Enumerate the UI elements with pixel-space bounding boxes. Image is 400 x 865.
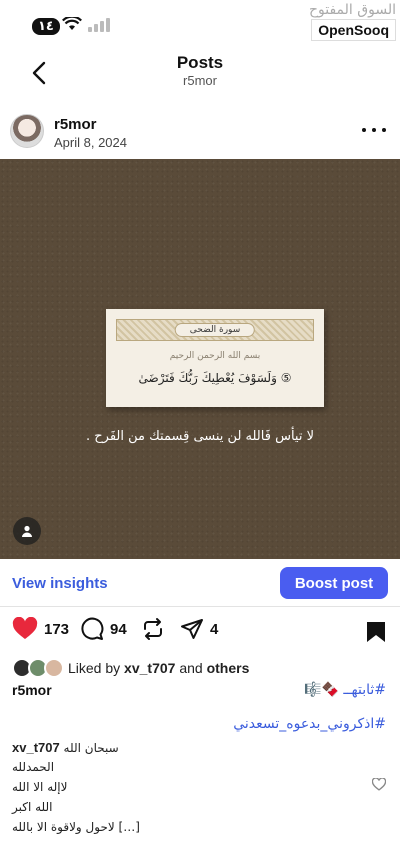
liked-by-others[interactable]: others — [207, 660, 250, 676]
brand-arabic: السوق المفتوح — [308, 2, 396, 18]
save-button[interactable] — [366, 621, 386, 648]
avatar — [44, 658, 64, 678]
person-icon — [22, 525, 32, 537]
share-button[interactable]: 4 — [180, 617, 218, 641]
bookmark-filled-icon — [367, 622, 385, 642]
liked-by-text: Liked by xv_t707 and others — [68, 660, 249, 676]
repost-button[interactable] — [142, 617, 164, 641]
like-count: 173 — [44, 620, 70, 638]
comment-like-button[interactable] — [371, 777, 387, 796]
tagged-people-button[interactable] — [13, 517, 41, 545]
quran-card: سورة الضحى بسم الله الرحمن الرحيم وَلَسَ… — [106, 309, 324, 407]
basmala: بسم الله الرحمن الرحيم — [169, 351, 261, 361]
comment-text: لاإله الا الله — [12, 780, 68, 794]
share-count: 4 — [210, 620, 219, 638]
opensooq-watermark: السوق المفتوح OpenSooq — [309, 2, 396, 41]
page-title: Posts — [176, 53, 224, 72]
wifi-icon — [62, 15, 82, 36]
status-bar: ١٤ السوق المفتوح OpenSooq — [0, 0, 400, 48]
signal-icon — [88, 18, 110, 32]
image-overlay-text: لا تيأس فَالله لن ينسى قِسمتك من الفَرح … — [86, 429, 314, 444]
comment-first-line: xv_t707 سبحان الله — [12, 740, 119, 755]
liked-by-row[interactable]: Liked by xv_t707 and others — [0, 657, 400, 679]
action-bar: 173 94 4 — [0, 617, 400, 647]
avatar[interactable] — [10, 114, 44, 148]
caption-username[interactable]: r5mor — [12, 682, 52, 698]
heart-filled-icon — [12, 617, 38, 639]
status-time: ١٤ — [32, 18, 60, 35]
liked-by-user[interactable]: xv_t707 — [124, 660, 175, 676]
liked-by-prefix: Liked by — [68, 660, 121, 676]
send-icon — [181, 619, 203, 639]
comment-icon — [81, 617, 104, 640]
comment-text: الحمدلله — [12, 760, 55, 774]
comment-text[interactable]: لاحول ولاقوة الا بالله […] — [12, 820, 140, 834]
post-image[interactable]: سورة الضحى بسم الله الرحمن الرحيم وَلَسَ… — [0, 159, 400, 559]
page-subtitle: r5mor — [183, 73, 217, 88]
insights-row: View insights Boost post — [0, 559, 400, 607]
comment-button[interactable]: 94 — [80, 617, 127, 641]
post-header: r5mor April 8, 2024 — [0, 112, 400, 156]
heart-outline-icon — [371, 777, 387, 791]
boost-post-button[interactable]: Boost post — [280, 567, 388, 599]
comment-count: 94 — [110, 620, 127, 638]
view-insights-link[interactable]: View insights — [12, 575, 108, 592]
hashtag[interactable]: #اذكروني_بدعوه_تسعدني — [233, 716, 386, 732]
brand-english: OpenSooq — [311, 19, 396, 41]
liker-avatars — [12, 658, 66, 678]
hashtag[interactable]: #ثابتهــ 🍫🎼 — [304, 682, 386, 698]
repost-icon — [144, 618, 162, 640]
header: Posts r5mor — [0, 48, 400, 104]
post-date: April 8, 2024 — [54, 135, 127, 150]
verse-text: وَلَسَوْفَ يُعْطِيكَ رَبُّكَ فَتَرْضَىٰ … — [138, 371, 292, 385]
post-username[interactable]: r5mor — [54, 116, 97, 133]
surah-band: سورة الضحى — [116, 319, 314, 341]
more-options-button[interactable] — [362, 122, 386, 138]
liked-by-connector: and — [179, 660, 203, 676]
surah-title: سورة الضحى — [174, 323, 256, 337]
comment-username[interactable]: xv_t707 — [12, 740, 60, 755]
comment-text: الله اكبر — [12, 800, 53, 814]
comment-text: سبحان الله — [63, 741, 119, 755]
like-button[interactable]: 173 — [12, 617, 69, 641]
